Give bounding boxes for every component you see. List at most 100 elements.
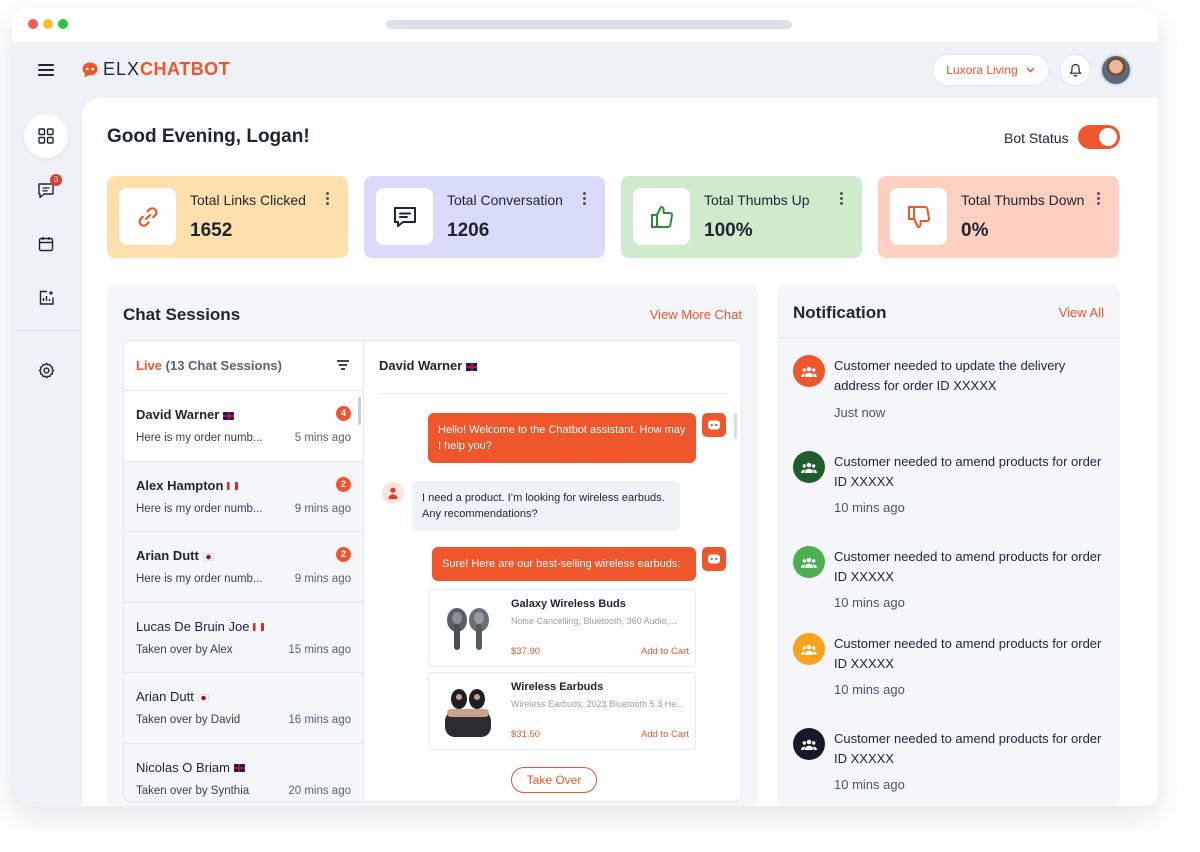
- more-options-icon[interactable]: [583, 192, 587, 206]
- session-name-text: Alex Hampton: [136, 477, 224, 493]
- chat-sessions-title: Chat Sessions: [123, 305, 241, 324]
- unread-count-badge: 4: [336, 406, 351, 421]
- session-list-header: Live (13 Chat Sessions): [124, 341, 363, 391]
- canada-flag-icon: [253, 623, 265, 632]
- session-item[interactable]: Arian Dutt Taken over by David 16 mins a…: [124, 673, 363, 744]
- brand-selector[interactable]: Luxora Living: [932, 54, 1049, 86]
- logo-text: ELXCHATBOT: [103, 59, 230, 80]
- bot-status-toggle[interactable]: [1078, 125, 1120, 149]
- more-options-icon[interactable]: [840, 192, 844, 206]
- session-list-title: Live (13 Chat Sessions): [136, 358, 282, 373]
- filter-icon[interactable]: [337, 360, 349, 370]
- logo-prefix: ELX: [103, 59, 141, 79]
- address-bar[interactable]: [386, 20, 792, 29]
- user-icon: [388, 487, 398, 499]
- hamburger-menu-icon[interactable]: [38, 64, 54, 76]
- group-icon: [793, 451, 825, 483]
- session-preview: Here is my order numb...: [136, 573, 263, 585]
- bot-icon: [708, 420, 720, 430]
- more-options-icon[interactable]: [1097, 192, 1101, 206]
- notifications-button[interactable]: [1059, 54, 1091, 86]
- notification-time: Just now: [834, 405, 886, 420]
- conversation-name: David Warner: [379, 358, 463, 373]
- browser-window: ELXCHATBOT Luxora Living 3 Good Evening,…: [12, 8, 1158, 806]
- session-item[interactable]: Nicolas O Briam Taken over by Synthia 20…: [124, 744, 363, 802]
- notification-time: 10 mins ago: [834, 500, 905, 515]
- japan-flag-icon: [202, 552, 214, 561]
- link-icon: [138, 206, 157, 227]
- customer-message: I need a product. I’m looking for wirele…: [412, 481, 680, 531]
- close-window-dot[interactable]: [28, 19, 38, 29]
- stat-value: 100%: [704, 220, 753, 241]
- session-time: 15 mins ago: [288, 643, 351, 656]
- main-content: Good Evening, Logan! Bot Status Total Li…: [82, 98, 1158, 806]
- session-preview: Taken over by David: [136, 714, 241, 726]
- logo-suffix: CHATBOT: [140, 59, 231, 79]
- nav-chats[interactable]: 3: [24, 168, 68, 212]
- session-name: Lucas De Bruin Joe: [136, 619, 265, 634]
- thumbs-up-icon: [650, 205, 673, 228]
- side-navigation: 3: [12, 98, 82, 806]
- stat-label: Total Conversation: [447, 192, 563, 208]
- stat-icon-box: [633, 188, 690, 245]
- notification-time: 10 mins ago: [834, 682, 905, 697]
- session-list: Live (13 Chat Sessions) David Warner 4 H…: [124, 341, 364, 802]
- uk-flag-icon: [233, 764, 245, 773]
- more-options-icon[interactable]: [326, 192, 330, 206]
- notification-time: 10 mins ago: [834, 777, 905, 792]
- stat-value: 0%: [961, 220, 989, 241]
- view-all-link[interactable]: View All: [1059, 305, 1104, 320]
- stat-value: 1652: [190, 220, 233, 241]
- stat-card-conversations: Total Conversation 1206: [364, 176, 605, 258]
- bot-message: Sure! Here are our best-selling wireless…: [432, 547, 696, 581]
- stat-icon-box: [890, 188, 947, 245]
- session-preview: Here is my order numb...: [136, 502, 263, 515]
- session-item[interactable]: Alex Hampton 2 Here is my order numb... …: [124, 462, 363, 532]
- session-time: 20 mins ago: [288, 784, 351, 797]
- add-to-cart-button[interactable]: Add to Cart: [641, 729, 689, 740]
- stat-label: Total Links Clicked: [190, 192, 306, 208]
- chat-sessions-panel: Chat Sessions View More Chat Live (13 Ch…: [107, 285, 758, 806]
- product-card[interactable]: Wireless Earbuds Wireless Earbuds, 2023 …: [428, 672, 696, 750]
- top-bar: ELXCHATBOT Luxora Living: [12, 42, 1158, 98]
- view-more-chat-link[interactable]: View More Chat: [650, 307, 742, 322]
- notification-text: Customer needed to update the delivery a…: [834, 358, 1066, 393]
- session-list-scrollbar[interactable]: [358, 397, 361, 425]
- user-avatar[interactable]: [1100, 54, 1132, 86]
- uk-flag-icon: [466, 362, 478, 371]
- session-time: 5 mins ago: [294, 432, 351, 444]
- group-icon: [793, 355, 825, 387]
- session-item[interactable]: Arian Dutt 2 Here is my order numb... 9 …: [124, 532, 363, 603]
- unread-count-badge: 2: [336, 476, 351, 492]
- nav-divider: [16, 330, 80, 331]
- nav-analytics[interactable]: [24, 276, 68, 320]
- take-over-button[interactable]: Take Over: [511, 767, 597, 793]
- session-name-text: Nicolas O Briam: [136, 759, 230, 775]
- nav-dashboard[interactable]: [24, 114, 68, 158]
- session-time: 16 mins ago: [288, 714, 351, 726]
- chat-unread-badge: 3: [50, 174, 62, 186]
- session-item[interactable]: Lucas De Bruin Joe Taken over by Alex 15…: [124, 603, 363, 673]
- chat-panel: Live (13 Chat Sessions) David Warner 4 H…: [123, 340, 742, 802]
- session-preview: Taken over by Synthia: [136, 784, 250, 797]
- session-item[interactable]: David Warner 4 Here is my order numb... …: [124, 391, 363, 462]
- session-name: Arian Dutt: [136, 548, 214, 563]
- session-name-text: Arian Dutt: [136, 548, 199, 563]
- nav-settings[interactable]: [24, 348, 68, 392]
- uk-flag-icon: [223, 411, 235, 420]
- product-name: Wireless Earbuds: [511, 681, 604, 693]
- product-price: $37.90: [511, 646, 541, 657]
- calendar-icon: [38, 237, 54, 252]
- conversation-scrollbar[interactable]: [734, 413, 737, 439]
- stat-value: 1206: [447, 220, 490, 241]
- notification-title: Notification: [793, 303, 887, 322]
- session-preview: Here is my order numb...: [136, 432, 263, 444]
- add-to-cart-button[interactable]: Add to Cart: [641, 646, 689, 657]
- stat-card-links: Total Links Clicked 1652: [107, 176, 348, 258]
- analytics-icon: [39, 290, 54, 305]
- nav-calendar[interactable]: [24, 222, 68, 266]
- minimize-window-dot[interactable]: [43, 19, 53, 29]
- maximize-window-dot[interactable]: [58, 19, 68, 29]
- grid-icon: [38, 128, 54, 144]
- product-card[interactable]: Galaxy Wireless Buds Noise Cancelling, B…: [428, 589, 696, 667]
